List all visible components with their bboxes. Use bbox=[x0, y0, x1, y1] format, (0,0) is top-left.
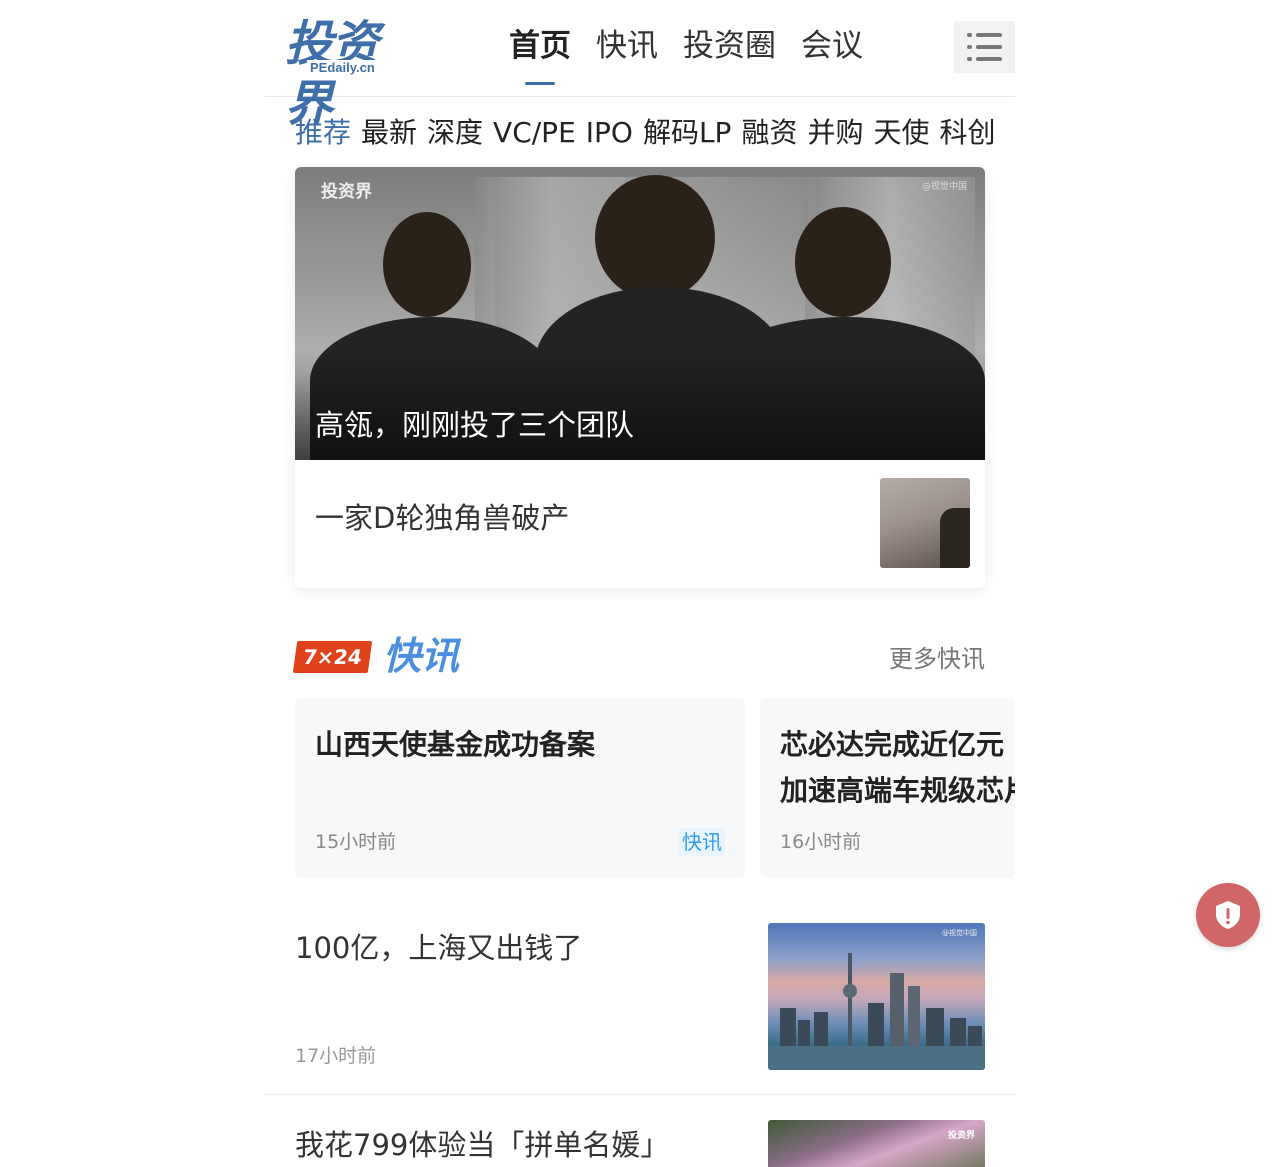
mobile-page: 投资界 PEdaily.cn 首页 快讯 投资圈 会议 推荐 最新 深度 VC/PE I… bbox=[265, 0, 1015, 1167]
tab-angel[interactable]: 天使 bbox=[873, 112, 929, 154]
article-thumbnail: 投资界 bbox=[768, 1120, 985, 1167]
tab-recommend[interactable]: 推荐 bbox=[295, 112, 351, 154]
menu-button[interactable] bbox=[954, 21, 1015, 73]
article-thumbnail: @视觉中国 bbox=[768, 923, 985, 1070]
tab-lp[interactable]: 解码LP bbox=[643, 112, 732, 154]
article-item[interactable]: 100亿，上海又出钱了 17小时前 @视觉中国 bbox=[265, 923, 1015, 1070]
flash-title: 快讯 bbox=[383, 634, 460, 678]
featured-sub-article[interactable]: 一家D轮独角兽破产 bbox=[295, 460, 985, 588]
flash-card-time: 16小时前 bbox=[780, 831, 862, 853]
flash-card-title-line2: 加速高端车规级芯片 bbox=[780, 774, 1015, 807]
flash-card-title: 芯必达完成近亿元 bbox=[780, 728, 1005, 761]
sub-article-thumbnail bbox=[880, 478, 970, 568]
article-title: 100亿，上海又出钱了 bbox=[295, 931, 583, 965]
logo-domain: PEdaily.cn bbox=[307, 60, 378, 76]
header: 投资界 PEdaily.cn 首页 快讯 投资圈 会议 bbox=[265, 0, 1015, 132]
category-tabs: 推荐 最新 深度 VC/PE IPO 解码LP 融资 并购 天使 科创 bbox=[295, 112, 1015, 154]
thumbnail-credit: @视觉中国 bbox=[942, 929, 977, 937]
main-nav: 首页 快讯 投资圈 会议 bbox=[509, 24, 888, 85]
tab-vcpe[interactable]: VC/PE bbox=[493, 112, 576, 154]
list-divider bbox=[265, 1094, 1015, 1095]
flash-card-title: 山西天使基金成功备案 bbox=[315, 728, 596, 761]
hero-watermark: 投资界 bbox=[321, 182, 372, 202]
article-title: 我花799体验当「拼单名媛」 bbox=[295, 1128, 670, 1162]
tab-tech[interactable]: 科创 bbox=[940, 112, 996, 154]
nav-item-flash[interactable]: 快讯 bbox=[596, 24, 658, 68]
tab-ipo[interactable]: IPO bbox=[586, 112, 633, 154]
featured-card: 投资界 @视觉中国 高瓴，刚刚投了三个团队 一家D轮独角兽破产 bbox=[295, 167, 985, 588]
thumbnail-credit: 投资界 bbox=[947, 1131, 975, 1141]
flash-tag: 快讯 bbox=[679, 828, 725, 856]
flash-card[interactable]: 芯必达完成近亿元 加速高端车规级芯片 16小时前 bbox=[760, 698, 1015, 878]
hero-title: 高瓴，刚刚投了三个团队 bbox=[315, 408, 635, 442]
site-logo[interactable]: 投资界 PEdaily.cn bbox=[285, 14, 420, 132]
sub-article-title: 一家D轮独角兽破产 bbox=[315, 501, 570, 535]
nav-item-home[interactable]: 首页 bbox=[509, 24, 571, 85]
tab-latest[interactable]: 最新 bbox=[361, 112, 417, 154]
article-item[interactable]: 我花799体验当「拼单名媛」 投资界 bbox=[265, 1120, 1015, 1167]
tab-depth[interactable]: 深度 bbox=[427, 112, 483, 154]
hero-article[interactable]: 投资界 @视觉中国 高瓴，刚刚投了三个团队 bbox=[295, 167, 985, 460]
nav-item-circle[interactable]: 投资圈 bbox=[683, 24, 776, 68]
hero-credit: @视觉中国 bbox=[921, 182, 967, 192]
flash-247-badge: 7×24 bbox=[292, 641, 373, 673]
flash-section-header: 7×24 快讯 更多快讯 bbox=[292, 634, 985, 679]
nav-item-conference[interactable]: 会议 bbox=[801, 24, 863, 68]
more-flash-link[interactable]: 更多快讯 bbox=[889, 643, 985, 675]
article-time: 17小时前 bbox=[295, 1045, 377, 1067]
flash-card[interactable]: 山西天使基金成功备案 15小时前 快讯 bbox=[295, 698, 745, 878]
flash-card-time: 15小时前 bbox=[315, 831, 397, 853]
tab-financing[interactable]: 融资 bbox=[741, 112, 797, 154]
security-float-button[interactable] bbox=[1196, 883, 1260, 947]
tab-ma[interactable]: 并购 bbox=[807, 112, 863, 154]
